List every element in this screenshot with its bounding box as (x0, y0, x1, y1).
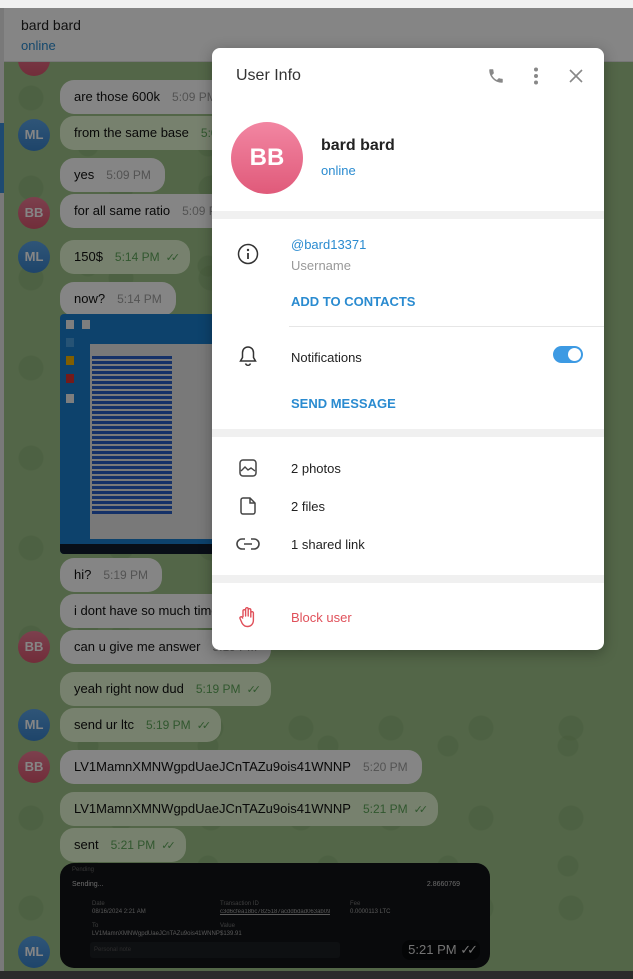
row-divider (289, 326, 604, 327)
notifications-label: Notifications (291, 350, 362, 365)
block-user-button[interactable]: Block user (291, 610, 352, 625)
user-info-dialog: User Info BB bard bard online @bard13371… (212, 48, 604, 650)
username-label: Username (291, 258, 351, 273)
hand-icon-wrap (236, 605, 260, 629)
close-button[interactable] (564, 64, 588, 88)
call-button[interactable] (484, 64, 508, 88)
section-divider (212, 429, 604, 437)
block-hand-icon (239, 607, 255, 628)
close-icon (569, 69, 583, 83)
bell-icon-wrap (236, 344, 260, 368)
more-vertical-icon (534, 67, 538, 85)
shared-files-item[interactable]: 2 files (291, 499, 325, 514)
more-options-button[interactable] (524, 64, 548, 88)
info-icon (237, 243, 259, 265)
profile-name: bard bard (321, 137, 395, 154)
section-divider (212, 211, 604, 219)
toggle-knob (568, 348, 581, 361)
notifications-toggle[interactable] (553, 346, 583, 363)
username-value[interactable]: @bard13371 (291, 237, 366, 252)
file-icon-wrap (236, 494, 260, 518)
window-top-strip (0, 0, 633, 8)
shared-links-item[interactable]: 1 shared link (291, 537, 365, 552)
section-divider (212, 575, 604, 583)
file-icon (240, 497, 256, 515)
photo-icon-wrap (236, 456, 260, 480)
link-icon (236, 538, 260, 550)
shared-photos-item[interactable]: 2 photos (291, 461, 341, 476)
phone-icon (489, 69, 503, 83)
dialog-title: User Info (236, 67, 301, 84)
link-icon-wrap (236, 532, 260, 556)
info-icon-wrap (236, 242, 260, 266)
bell-icon (239, 346, 257, 367)
add-to-contacts-button[interactable]: ADD TO CONTACTS (291, 294, 415, 309)
profile-status: online (321, 163, 356, 178)
window-bottom-edge (0, 971, 633, 979)
photo-icon (239, 459, 257, 477)
send-message-button[interactable]: SEND MESSAGE (291, 396, 396, 411)
profile-avatar[interactable]: BB (231, 122, 303, 194)
